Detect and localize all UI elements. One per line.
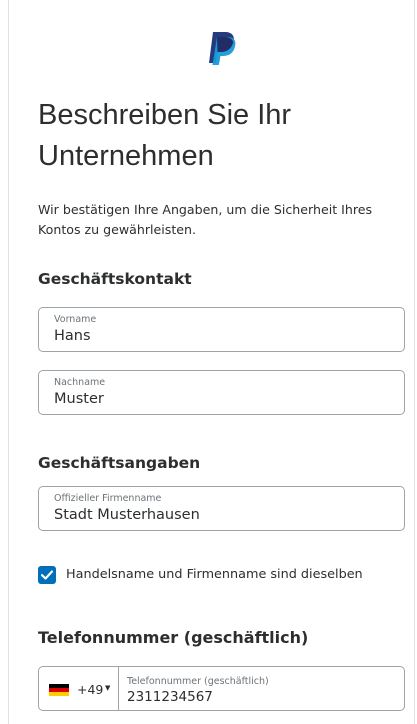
first-name-field[interactable]: Vorname Hans xyxy=(38,307,405,352)
first-name-value: Hans xyxy=(54,328,91,344)
phone-field[interactable]: +49 ▼ Telefonnummer (geschäftlich) 23112… xyxy=(38,666,405,711)
last-name-value: Muster xyxy=(54,391,104,407)
page-title: Beschreiben Sie Ihr Unternehmen xyxy=(38,99,292,172)
phone-label: Telefonnummer (geschäftlich) xyxy=(127,676,269,687)
country-code: +49 xyxy=(77,682,104,697)
company-name-label: Offizieller Firmenname xyxy=(54,493,162,504)
same-name-checkbox-label: Handelsname und Firmenname sind dieselbe… xyxy=(66,567,363,582)
paypal-logo-icon xyxy=(209,32,236,65)
first-name-label: Vorname xyxy=(54,314,97,325)
company-name-value: Stadt Musterhausen xyxy=(54,507,200,523)
phone-value: 2311234567 xyxy=(127,689,213,705)
chevron-down-icon: ▼ xyxy=(105,684,111,692)
germany-flag-icon xyxy=(49,684,69,696)
checkmark-icon xyxy=(40,570,54,580)
last-name-field[interactable]: Nachname Muster xyxy=(38,370,405,415)
country-code-selector[interactable]: +49 ▼ xyxy=(39,667,119,710)
last-name-label: Nachname xyxy=(54,377,106,388)
company-name-field[interactable]: Offizieller Firmenname Stadt Musterhause… xyxy=(38,486,405,531)
section-heading-business: Geschäftsangaben xyxy=(38,454,201,472)
page-description: Wir bestätigen Ihre Angaben, um die Sich… xyxy=(38,202,373,237)
section-heading-phone: Telefonnummer (geschäftlich) xyxy=(38,628,309,647)
same-name-checkbox[interactable] xyxy=(38,566,56,584)
section-heading-contact: Geschäftskontakt xyxy=(38,270,192,288)
